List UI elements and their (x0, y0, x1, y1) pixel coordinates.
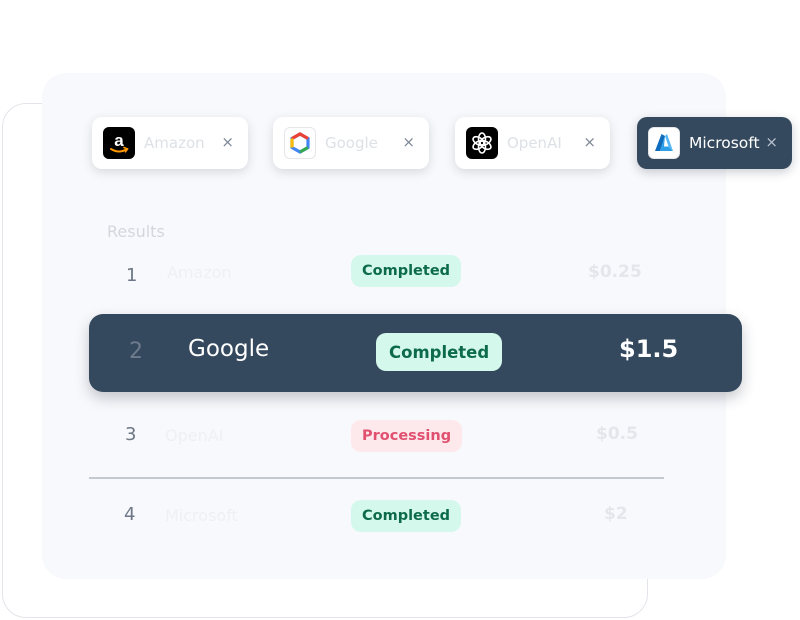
row-vendor-name: Microsoft (165, 506, 238, 525)
status-badge: Processing (351, 420, 463, 452)
openai-logo-icon (466, 127, 498, 159)
row-price: $1.5 (619, 335, 679, 363)
vendor-name: Microsoft (689, 134, 760, 152)
row-price: $2 (604, 504, 628, 524)
row-rank: 3 (125, 424, 137, 445)
result-row[interactable]: 4 Microsoft Completed $2 (0, 500, 800, 540)
vendor-tab-openai[interactable]: OpenAI × (455, 117, 610, 169)
amazon-logo-icon: a (103, 127, 135, 159)
close-icon[interactable]: × (765, 132, 778, 152)
close-icon[interactable]: × (402, 132, 415, 152)
result-row-highlighted[interactable]: 2 Google Completed $1.5 (89, 314, 742, 392)
vendor-name: Amazon (144, 134, 205, 152)
result-row[interactable]: 1 Amazon Completed $0.25 (0, 255, 800, 295)
row-price: $0.25 (588, 262, 642, 282)
google-cloud-logo-icon (284, 127, 316, 159)
azure-logo-icon (648, 127, 680, 159)
row-vendor-name: OpenAI (165, 426, 224, 445)
close-icon[interactable]: × (583, 132, 596, 152)
vendor-tab-google[interactable]: Google × (273, 117, 429, 169)
close-icon[interactable]: × (221, 132, 234, 152)
row-rank: 1 (126, 265, 138, 286)
vendor-tab-microsoft[interactable]: Microsoft × (637, 117, 792, 169)
row-divider (89, 477, 664, 479)
result-row[interactable]: 3 OpenAI Processing $0.5 (0, 420, 800, 460)
vendor-tab-amazon[interactable]: a Amazon × (92, 117, 248, 169)
row-vendor-name: Amazon (167, 263, 232, 282)
row-vendor-name: Google (188, 336, 270, 362)
vendor-name: OpenAI (507, 134, 562, 152)
vendor-name: Google (325, 134, 378, 152)
row-rank: 2 (129, 339, 143, 364)
row-price: $0.5 (596, 424, 638, 444)
status-badge: Completed (376, 333, 503, 371)
results-heading: Results (107, 222, 165, 241)
status-badge: Completed (351, 500, 462, 532)
row-rank: 4 (124, 504, 136, 525)
status-badge: Completed (351, 255, 462, 287)
svg-text:a: a (114, 131, 124, 150)
